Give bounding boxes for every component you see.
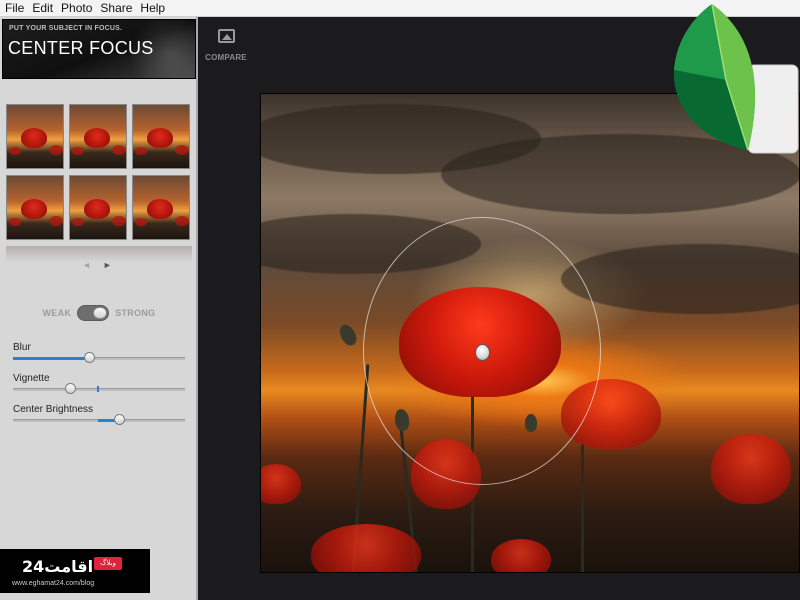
poppy-thumbnail-icon [9, 218, 21, 226]
preset-thumbnail-5[interactable] [69, 175, 127, 240]
menu-help[interactable]: Help [138, 0, 171, 17]
background-poppy [711, 434, 791, 504]
menu-file[interactable]: File [3, 0, 30, 17]
poppy-thumbnail-icon [72, 218, 84, 226]
background-poppy [311, 524, 421, 572]
center-brightness-slider-thumb[interactable] [114, 414, 125, 425]
preset-thumbnail-6[interactable] [132, 175, 190, 240]
poppy-thumbnail-icon [175, 216, 189, 226]
center-brightness-slider-group: Center Brightness [13, 404, 185, 425]
control-panel: PUT YOUR SUBJECT IN FOCUS. CENTER FOCUS … [0, 17, 198, 600]
watermark-url: www.eghamat24.com/blog [12, 580, 95, 587]
poppy-thumbnail-icon [135, 147, 147, 155]
vignette-slider-thumb[interactable] [65, 383, 76, 394]
vignette-slider[interactable] [13, 383, 185, 394]
menu-share[interactable]: Share [98, 0, 138, 17]
poppy-thumbnail-icon [9, 147, 21, 155]
preset-thumbnail-3[interactable] [132, 104, 190, 169]
filter-subtitle: PUT YOUR SUBJECT IN FOCUS. [9, 25, 123, 32]
poppy-thumbnail-icon [84, 128, 110, 148]
watermark-badge: وبلاگ [94, 557, 122, 570]
strength-toggle-row: WEAK STRONG [0, 305, 198, 321]
blur-slider-fill [13, 357, 90, 360]
prev-page-button[interactable]: ◄ [82, 260, 91, 270]
preset-thumbnail-4[interactable] [6, 175, 64, 240]
poppy-thumbnail-icon [135, 218, 147, 226]
cloud-shape [561, 244, 799, 314]
poppy-thumbnail-icon [21, 199, 47, 219]
watermark-logo: اقامت24 [22, 557, 94, 576]
blur-slider-group: Blur [13, 342, 185, 363]
poppy-thumbnail-icon [175, 145, 189, 155]
watermark-banner: اقامت24 وبلاگ www.eghamat24.com/blog [0, 549, 150, 593]
preset-thumbnail-1[interactable] [6, 104, 64, 169]
blur-slider-thumb[interactable] [84, 352, 95, 363]
blur-slider[interactable] [13, 352, 185, 363]
filter-title: CENTER FOCUS [8, 38, 154, 58]
poppy-thumbnail-icon [147, 128, 173, 148]
poppy-thumbnail-icon [147, 199, 173, 219]
background-poppy [261, 464, 301, 504]
poppy-thumbnail-icon [112, 145, 126, 155]
menu-edit[interactable]: Edit [30, 0, 59, 17]
poppy-thumbnail-icon [49, 145, 63, 155]
background-poppy [491, 539, 551, 572]
menu-photo[interactable]: Photo [59, 0, 98, 17]
center-brightness-slider[interactable] [13, 414, 185, 425]
next-page-button[interactable]: ► [103, 260, 112, 270]
center-brightness-label: Center Brightness [13, 404, 94, 415]
focus-center-handle[interactable] [475, 344, 490, 361]
strong-label: STRONG [115, 308, 156, 318]
snapseed-logo-icon [673, 3, 799, 154]
vignette-label: Vignette [13, 373, 50, 384]
poppy-thumbnail-icon [72, 147, 84, 155]
strength-toggle[interactable] [77, 305, 110, 321]
blur-label: Blur [13, 342, 31, 353]
weak-label: WEAK [42, 308, 72, 318]
preset-grid [6, 104, 192, 240]
poppy-thumbnail-icon [112, 216, 126, 226]
vignette-slider-group: Vignette [13, 373, 185, 394]
poppy-thumbnail-icon [84, 199, 110, 219]
watermark-badge-text: وبلاگ [100, 559, 116, 567]
preset-pager: ◄ ► [82, 260, 112, 270]
poppy-thumbnail-icon [49, 216, 63, 226]
preset-thumbnail-2[interactable] [69, 104, 127, 169]
photo-canvas[interactable] [260, 93, 800, 573]
filter-header: PUT YOUR SUBJECT IN FOCUS. CENTER FOCUS [2, 19, 196, 79]
compare-label: COMPARE [205, 53, 247, 62]
toggle-knob[interactable] [93, 307, 108, 319]
poppy-bud [336, 322, 360, 348]
poppy-thumbnail-icon [21, 128, 47, 148]
vignette-center-tick [97, 386, 99, 392]
poppy-stem [581, 444, 584, 572]
logo-card [747, 64, 799, 154]
compare-button[interactable]: COMPARE [204, 29, 248, 65]
image-icon [217, 29, 235, 43]
